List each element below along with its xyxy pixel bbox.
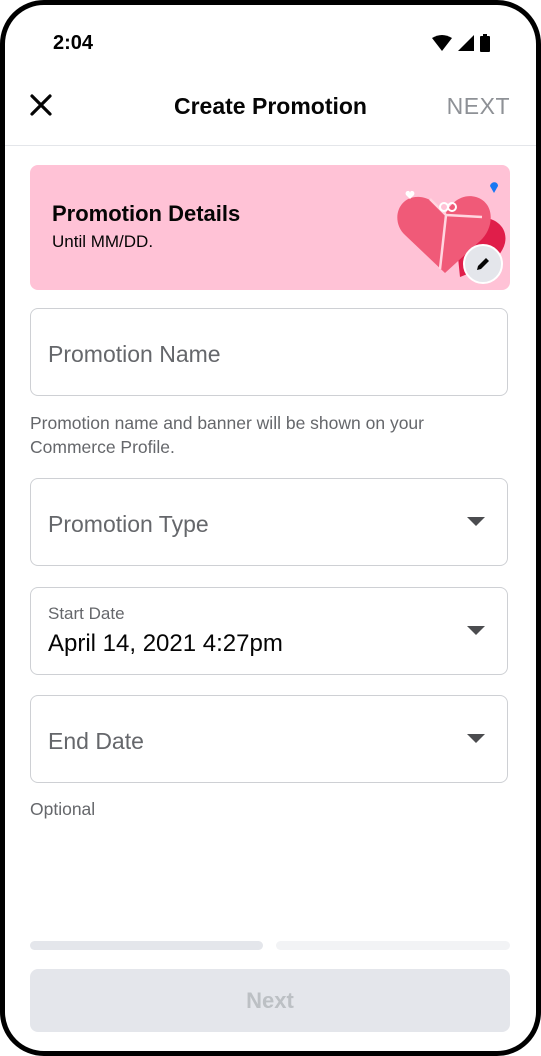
promotion-name-placeholder: Promotion Name	[48, 341, 221, 367]
start-date-select[interactable]: Start Date April 14, 2021 4:27pm	[30, 587, 508, 675]
cell-signal-icon	[458, 35, 474, 51]
status-icons	[432, 32, 490, 54]
banner-subtitle: Until MM/DD.	[52, 232, 154, 251]
pencil-icon	[477, 258, 489, 270]
start-date-label: Start Date	[48, 604, 125, 623]
next-button[interactable]: Next	[30, 969, 510, 1032]
promotion-name-helper: Promotion name and banner will be shown …	[30, 413, 424, 457]
edit-banner-button[interactable]	[463, 244, 503, 284]
promotion-name-input[interactable]: Promotion Name	[30, 308, 508, 396]
battery-icon	[480, 34, 490, 52]
banner-title: Promotion Details	[52, 201, 241, 226]
status-time: 2:04	[53, 32, 94, 54]
chevron-down-icon	[467, 517, 485, 526]
promotion-type-placeholder: Promotion Type	[48, 511, 209, 537]
end-date-select[interactable]: End Date	[30, 695, 508, 783]
chevron-down-icon	[467, 626, 485, 635]
progress-step-1	[30, 941, 263, 950]
status-bar: 2:04	[5, 5, 536, 85]
wifi-icon	[432, 35, 452, 51]
end-date-helper: Optional	[30, 799, 96, 819]
phone-frame: 2:04 Create Promotion NEXT Promotion Det…	[0, 0, 541, 1056]
end-date-placeholder: End Date	[48, 728, 144, 754]
progress-step-2	[276, 941, 510, 950]
promotion-type-select[interactable]: Promotion Type	[30, 478, 508, 566]
header-next-button[interactable]: NEXT	[447, 93, 510, 120]
promotion-banner: Promotion Details Until MM/DD.	[30, 165, 510, 290]
chevron-down-icon	[467, 734, 485, 743]
header: Create Promotion NEXT	[5, 85, 536, 146]
start-date-value: April 14, 2021 4:27pm	[48, 630, 283, 657]
